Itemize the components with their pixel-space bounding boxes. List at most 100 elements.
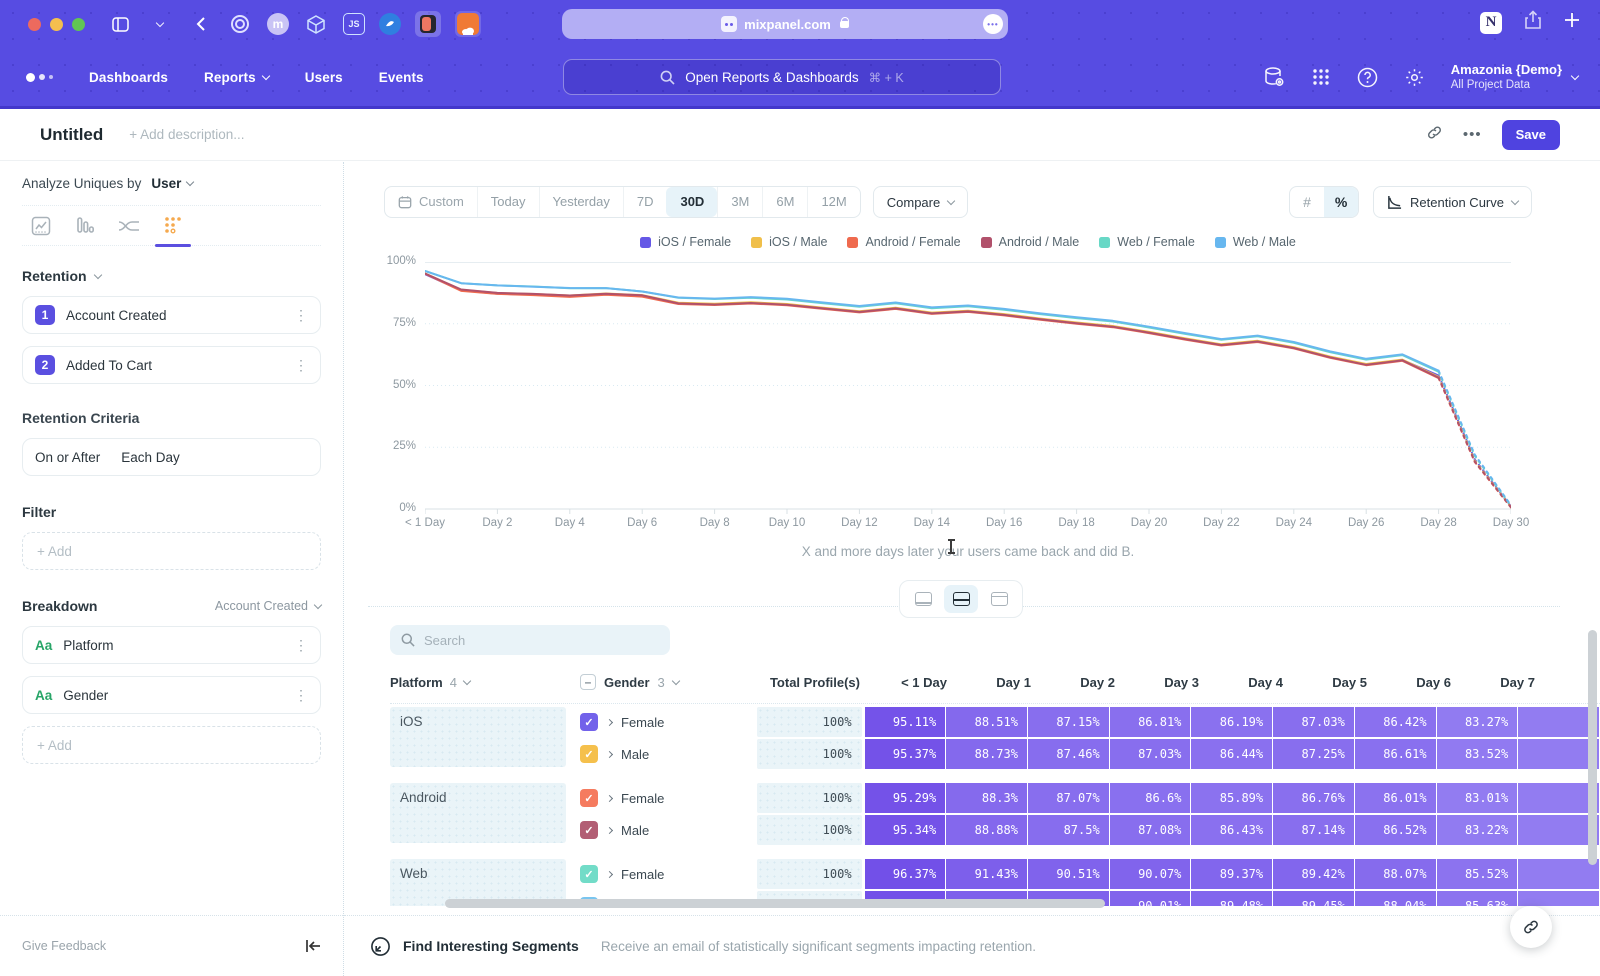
kebab-menu-icon[interactable]: ⋮ [294,637,308,654]
kebab-menu-icon[interactable]: ⋮ [294,307,308,324]
platform-cell[interactable]: Android [390,783,566,843]
project-switcher[interactable]: Amazonia {Demo} All Project Data [1451,62,1578,93]
breakdown-card-gender[interactable]: Aa Gender ⋮ [22,676,321,714]
series-checkbox[interactable]: ✓ [580,821,598,839]
sidebar-toggle-icon[interactable] [107,11,133,37]
retention-value-cell[interactable]: 89.48% [1191,891,1272,906]
gender-column-header[interactable]: – Gender3 [580,674,756,690]
retention-value-cell[interactable]: 95.37% [865,739,946,769]
retention-value-cell[interactable]: 96.37% [865,859,946,889]
column-header-5[interactable]: Day 4 [1209,675,1292,690]
retention-value-cell[interactable]: 85.63% [1437,891,1518,906]
help-icon[interactable] [1357,67,1378,88]
nav-dashboards[interactable]: Dashboards [89,70,168,85]
retention-value-cell[interactable]: 88.07% [1355,859,1436,889]
column-header-7[interactable]: Day 6 [1377,675,1460,690]
legend-item[interactable]: Android / Female [847,235,960,249]
column-header-1[interactable]: < 1 Day [873,675,956,690]
more-options-icon[interactable]: ••• [1463,126,1482,143]
data-management-icon[interactable] [1263,66,1285,88]
chevron-down-icon[interactable] [147,11,173,37]
address-bar[interactable]: mixpanel.com ••• [562,9,1008,39]
close-window-button[interactable] [28,18,41,31]
retention-value-cell[interactable]: 95.11% [865,707,946,737]
retention-value-cell[interactable]: 95.29% [865,783,946,813]
kebab-menu-icon[interactable]: ⋮ [294,357,308,374]
table-search-input[interactable]: Search [390,625,670,655]
retention-value-cell[interactable]: 87.14% [1273,815,1354,845]
retention-value-cell[interactable]: 87.46% [1028,739,1109,769]
gender-cell[interactable]: ✓Male [580,815,751,845]
series-checkbox[interactable]: ✓ [580,789,598,807]
tab-insights[interactable] [28,213,54,239]
window-controls[interactable] [28,18,85,31]
range-30d[interactable]: 30D [666,187,717,217]
retention-value-cell[interactable] [1518,815,1599,845]
range-12m[interactable]: 12M [807,187,859,217]
column-header-4[interactable]: Day 3 [1125,675,1208,690]
add-filter-button[interactable]: + Add [22,532,321,570]
cloud-icon[interactable] [455,11,481,37]
retention-value-cell[interactable]: 88.3% [946,783,1027,813]
range-custom[interactable]: Custom [385,187,477,217]
retention-value-cell[interactable]: 88.73% [946,739,1027,769]
new-tab-icon[interactable] [1564,12,1580,33]
gender-cell[interactable]: ✓Female [580,859,751,889]
nav-reports[interactable]: Reports [204,70,269,85]
cube-icon[interactable] [303,11,329,37]
column-header-2[interactable]: Day 1 [957,675,1040,690]
series-checkbox[interactable]: ✓ [580,865,598,883]
layout-split[interactable] [944,585,978,613]
criteria-interval[interactable]: Each Day [121,450,180,465]
collapse-sidebar-icon[interactable] [305,939,321,953]
legend-item[interactable]: iOS / Female [640,235,731,249]
column-header-0[interactable]: Total Profile(s) [762,675,870,690]
retention-value-cell[interactable]: 83.22% [1437,815,1518,845]
report-title[interactable]: Untitled [40,125,103,145]
notion-extension-icon[interactable]: N [1480,12,1502,34]
site-options-icon[interactable]: ••• [983,14,1003,34]
retention-value-cell[interactable]: 86.6% [1110,783,1191,813]
analyze-value[interactable]: User [151,176,181,191]
tab-retention[interactable] [160,213,186,239]
layout-table-only[interactable] [982,585,1016,613]
target-icon[interactable] [227,11,253,37]
unit-count[interactable]: # [1290,187,1324,217]
range-6m[interactable]: 6M [762,187,807,217]
series-checkbox[interactable]: ✓ [580,745,598,763]
retention-value-cell[interactable]: 87.07% [1028,783,1109,813]
tab-funnels[interactable] [72,213,98,239]
breakdown-scope-select[interactable]: Account Created [215,599,321,613]
retention-value-cell[interactable]: 83.52% [1437,739,1518,769]
add-breakdown-button[interactable]: + Add [22,726,321,764]
range-3m[interactable]: 3M [717,187,762,217]
retention-value-cell[interactable]: 86.44% [1191,739,1272,769]
legend-item[interactable]: Web / Female [1099,235,1195,249]
global-search[interactable]: Open Reports & Dashboards ⌘ + K [563,59,1001,95]
gender-cell[interactable]: ✓Female [580,783,751,813]
retention-value-cell[interactable]: 87.15% [1028,707,1109,737]
column-header-6[interactable]: Day 5 [1293,675,1376,690]
retention-value-cell[interactable]: 87.5% [1028,815,1109,845]
chart-view-select[interactable]: Retention Curve [1373,186,1532,218]
retention-value-cell[interactable]: 87.03% [1110,739,1191,769]
minimize-window-button[interactable] [50,18,63,31]
nav-events[interactable]: Events [379,70,424,85]
segments-title[interactable]: Find Interesting Segments [403,938,579,954]
js-icon[interactable]: JS [343,13,365,35]
step-card-a[interactable]: 1 Account Created ⋮ [22,296,321,334]
kebab-menu-icon[interactable]: ⋮ [294,687,308,704]
criteria-card[interactable]: On or After Each Day [22,438,321,476]
retention-value-cell[interactable]: 88.88% [946,815,1027,845]
share-link-fab[interactable] [1510,906,1552,948]
retention-value-cell[interactable]: 89.45% [1273,891,1354,906]
retention-value-cell[interactable]: 91.43% [946,859,1027,889]
gender-cell[interactable]: ✓Male [580,739,751,769]
settings-gear-icon[interactable] [1404,67,1425,88]
retention-value-cell[interactable]: 90.07% [1110,859,1191,889]
retention-value-cell[interactable]: 83.27% [1437,707,1518,737]
maximize-window-button[interactable] [72,18,85,31]
retention-value-cell[interactable] [1518,859,1599,889]
mixpanel-logo[interactable] [26,73,53,82]
horizontal-scrollbar[interactable] [445,899,1105,908]
